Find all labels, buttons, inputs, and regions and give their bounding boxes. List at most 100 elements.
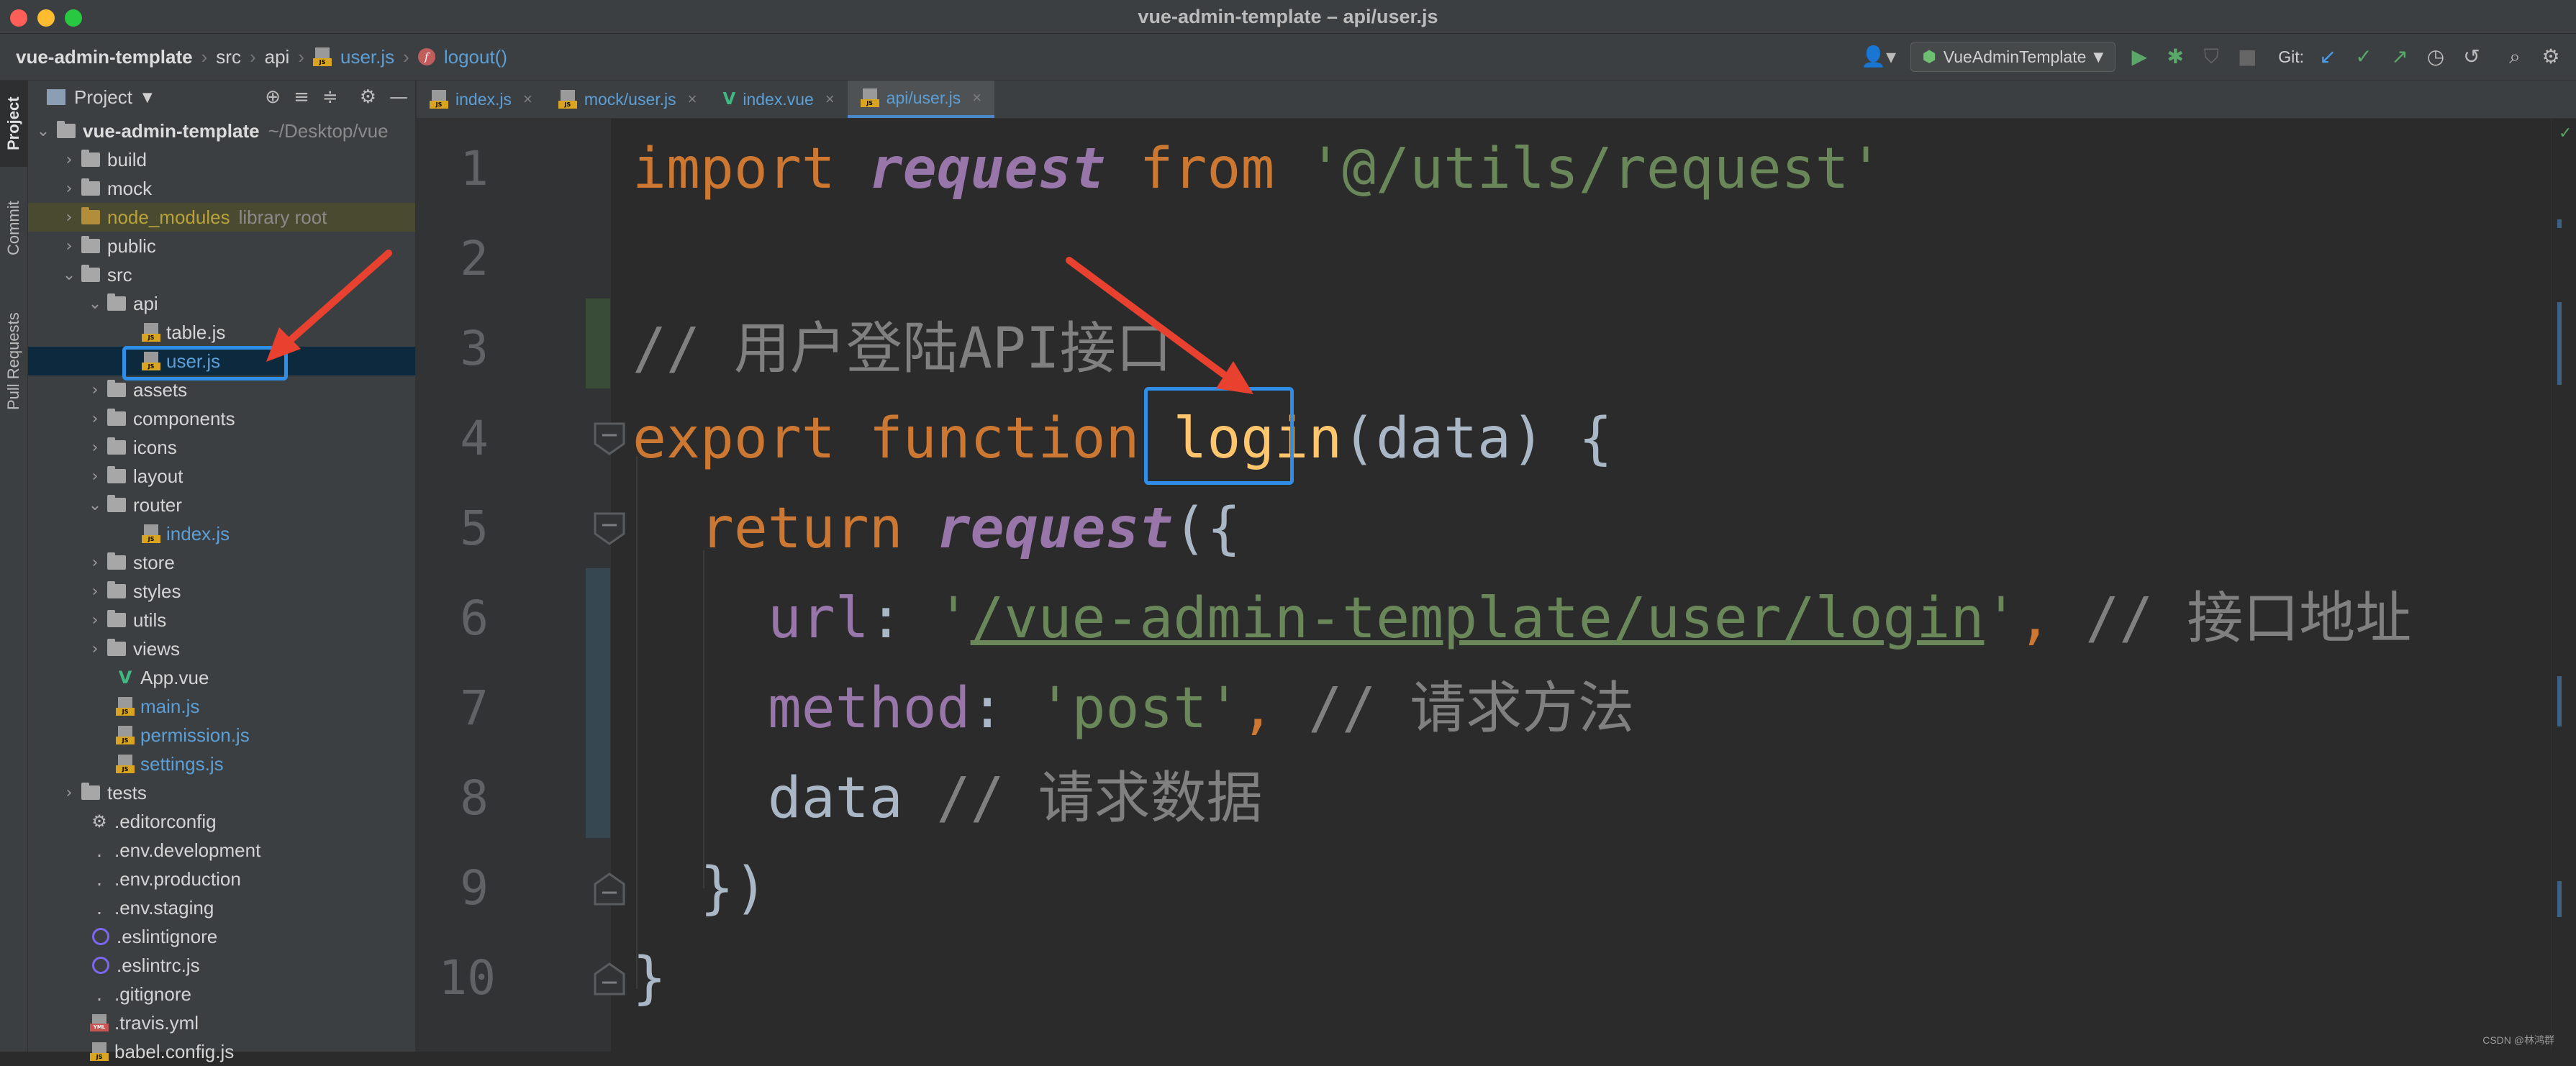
tree-item-folder[interactable]: › mock <box>28 174 448 203</box>
tree-item-folder[interactable]: ⌄ api <box>28 289 474 318</box>
chevron-right-icon[interactable]: › <box>87 381 103 399</box>
git-update-icon[interactable]: ↙ <box>2316 47 2340 67</box>
tab-label: index.vue <box>743 89 814 109</box>
code-editor[interactable]: 1 2 3 4 5 6 7 8 9 10 import request from… <box>417 119 2576 1052</box>
code-line-5: return request({ <box>632 493 1241 565</box>
tree-item-folder[interactable]: › components <box>28 404 474 433</box>
scroll-marker[interactable] <box>2557 219 2562 228</box>
tree-item-folder[interactable]: › tests <box>28 778 448 807</box>
tree-item-file[interactable]: .eslintrc.js <box>28 951 477 980</box>
chevron-right-icon[interactable]: › <box>87 410 103 428</box>
chevron-right-icon[interactable]: › <box>87 640 103 658</box>
close-icon[interactable]: × <box>688 90 697 109</box>
project-panel-title[interactable]: Project <box>74 86 132 109</box>
tab-index-vue[interactable]: V index.vue × <box>710 81 848 118</box>
coverage-icon[interactable]: ⛉ <box>2199 47 2223 67</box>
tree-item-file[interactable]: . .env.staging <box>28 893 477 922</box>
breadcrumb-project[interactable]: vue-admin-template <box>16 46 193 68</box>
scroll-marker[interactable] <box>2557 881 2562 917</box>
scroll-marker[interactable] <box>2557 676 2562 726</box>
run-configuration-select[interactable]: ⬢ VueAdminTemplate ▼ <box>1910 42 2116 72</box>
tree-item-folder[interactable]: › icons <box>28 433 474 462</box>
pull-requests-tool-tab[interactable]: Pull Requests <box>0 296 27 426</box>
tree-item-folder[interactable]: › layout <box>28 462 474 491</box>
rollback-icon[interactable]: ↺ <box>2459 47 2484 67</box>
hide-panel-icon[interactable]: — <box>389 86 408 108</box>
tab-mock-user-js[interactable]: JS mock/user.js × <box>545 81 710 118</box>
tree-item-folder[interactable]: › utils <box>28 606 474 634</box>
chevron-down-icon[interactable]: ⌄ <box>61 266 77 284</box>
git-push-icon[interactable]: ↗ <box>2387 47 2412 67</box>
breadcrumb-src[interactable]: src <box>216 46 241 68</box>
tree-item-folder[interactable]: ⌄ src <box>28 260 448 289</box>
expand-all-icon[interactable]: ≡ <box>294 86 309 108</box>
tree-item-folder[interactable]: › build <box>28 145 448 174</box>
tree-item-folder[interactable]: › styles <box>28 577 474 606</box>
breadcrumb-file[interactable]: user.js <box>340 46 394 68</box>
chevron-down-icon[interactable]: ⌄ <box>87 295 103 313</box>
chevron-right-icon[interactable]: › <box>61 209 77 227</box>
chevron-down-icon[interactable]: ▼ <box>142 90 153 105</box>
chevron-down-icon[interactable]: ⌄ <box>87 496 103 514</box>
tab-api-user-js[interactable]: JS api/user.js × <box>847 81 995 118</box>
close-icon[interactable]: × <box>972 88 981 107</box>
fold-end-icon[interactable] <box>592 962 627 997</box>
tree-item-label: .env.production <box>114 867 241 890</box>
chevron-right-icon[interactable]: › <box>61 180 77 198</box>
fold-collapse-icon[interactable] <box>592 421 627 455</box>
editor-scrollbar[interactable]: ✓ <box>2551 119 2576 1052</box>
highlight-box-user-js <box>122 346 288 381</box>
collapse-all-icon[interactable]: ≑ <box>322 86 338 108</box>
chevron-right-icon[interactable]: › <box>87 439 103 457</box>
tree-item-file[interactable]: . .gitignore <box>28 980 477 1008</box>
chevron-right-icon[interactable]: › <box>61 784 77 802</box>
tree-item-folder[interactable]: › store <box>28 548 474 577</box>
tree-item-file[interactable]: YML .travis.yml <box>28 1008 477 1037</box>
project-tool-tab[interactable]: Project <box>0 81 27 167</box>
tab-index-js[interactable]: JS index.js × <box>417 81 545 118</box>
tree-item-label: api <box>133 292 158 314</box>
gear-icon[interactable]: ⚙ <box>2539 47 2563 67</box>
tree-item-file[interactable]: ⚙ .editorconfig <box>28 807 477 836</box>
tree-item-file[interactable]: . .env.production <box>28 865 477 893</box>
tree-item-file[interactable]: JS babel.config.js <box>28 1037 477 1066</box>
tree-item-root[interactable]: ⌄ vue-admin-template ~/Desktop/vue <box>28 117 422 145</box>
tree-item-folder[interactable]: ⌄ router <box>28 491 474 519</box>
tree-item-file[interactable]: .eslintignore <box>28 922 477 951</box>
run-configuration-label: VueAdminTemplate <box>1943 47 2087 66</box>
chevron-right-icon[interactable]: › <box>87 583 103 601</box>
close-icon[interactable]: × <box>523 90 532 109</box>
inspection-ok-icon[interactable]: ✓ <box>2559 124 2572 142</box>
chevron-right-icon[interactable]: › <box>61 237 77 255</box>
chevron-right-icon[interactable]: › <box>87 611 103 629</box>
chevron-right-icon[interactable]: › <box>87 468 103 486</box>
history-icon[interactable]: ◷ <box>2423 47 2448 67</box>
tree-item-folder-excluded[interactable]: › node_modules library root <box>28 203 448 232</box>
tree-item-folder[interactable]: › public <box>28 232 448 260</box>
chevron-right-icon[interactable]: › <box>87 554 103 572</box>
vcs-modified-marker[interactable] <box>586 568 610 838</box>
breadcrumb-function[interactable]: logout() <box>444 46 507 68</box>
locate-icon[interactable]: ⊕ <box>265 86 281 108</box>
close-icon[interactable]: × <box>825 90 835 109</box>
search-icon[interactable]: ⌕ <box>2503 47 2527 67</box>
commit-tool-tab[interactable]: Commit <box>0 188 27 268</box>
user-account-icon[interactable]: 👤▾ <box>1859 47 1899 67</box>
chevron-right-icon[interactable]: › <box>61 151 77 169</box>
fold-collapse-icon[interactable] <box>592 511 627 545</box>
folder-icon <box>107 610 126 627</box>
git-commit-icon[interactable]: ✓ <box>2351 47 2376 67</box>
breadcrumb-api[interactable]: api <box>265 46 290 68</box>
fold-end-icon[interactable] <box>592 873 627 907</box>
tree-item-file[interactable]: . .env.development <box>28 836 477 865</box>
chevron-down-icon[interactable]: ⌄ <box>35 122 51 140</box>
stop-icon[interactable]: ■ <box>2235 47 2259 67</box>
vcs-added-marker[interactable] <box>586 299 610 388</box>
debug-icon[interactable]: ✱ <box>2163 47 2187 67</box>
gear-icon[interactable]: ⚙ <box>360 86 376 108</box>
run-icon[interactable]: ▶ <box>2127 47 2151 67</box>
tree-item-folder[interactable]: › views <box>28 634 474 663</box>
folder-icon <box>107 409 126 426</box>
scroll-marker[interactable] <box>2557 302 2562 385</box>
code-token-url[interactable]: /vue-admin-template/user/login <box>971 586 1985 651</box>
